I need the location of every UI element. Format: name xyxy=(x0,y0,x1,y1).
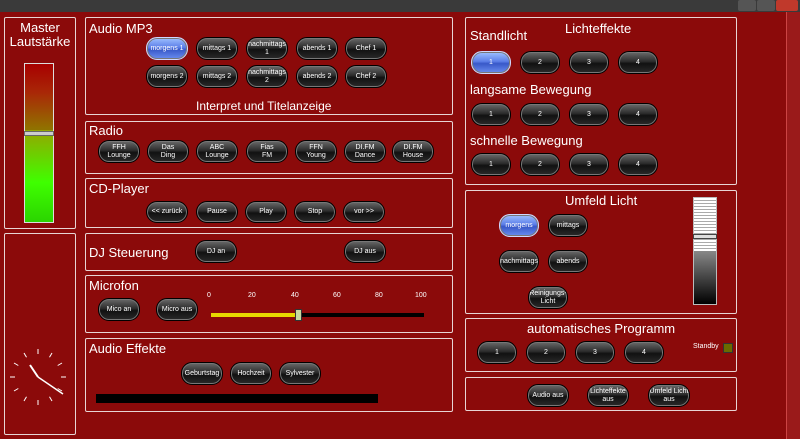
audio-nachmittags-1-button[interactable]: nachmittags 1 xyxy=(246,37,288,60)
effect-sylvester-button[interactable]: Sylvester xyxy=(279,362,321,385)
audio-chef-1-button[interactable]: Chef 1 xyxy=(345,37,387,60)
radio-ffh-lounge-button[interactable]: FFH Lounge xyxy=(98,140,140,163)
standlicht-3-button[interactable]: 3 xyxy=(569,51,609,74)
ambient-light-slider[interactable] xyxy=(693,197,717,305)
standlicht-1-button[interactable]: 1 xyxy=(471,51,511,74)
standby-indicator xyxy=(723,343,733,353)
effect-geburtstag-button[interactable]: Geburtstag xyxy=(181,362,223,385)
light-effects-off-button[interactable]: Lichteffekte aus xyxy=(587,384,629,407)
ambient-abends-button[interactable]: abends xyxy=(548,250,588,273)
micro-tick-80: 80 xyxy=(375,292,383,299)
audio-mp3-title: Audio MP3 xyxy=(89,21,153,36)
microfon-panel xyxy=(85,275,453,333)
micro-tick-60: 60 xyxy=(333,292,341,299)
cd-player-title: CD-Player xyxy=(89,181,149,196)
micro-tick-0: 0 xyxy=(207,292,211,299)
cd-stop-button[interactable]: Stop xyxy=(294,201,336,223)
micro-slider-fill xyxy=(211,313,298,317)
langsam-2-button[interactable]: 2 xyxy=(520,103,560,126)
radio-fias-fm-button[interactable]: Fias FM xyxy=(246,140,288,163)
master-volume-title: Master Lautstärke xyxy=(9,20,71,49)
auto-4-button[interactable]: 4 xyxy=(624,341,664,364)
micro-tick-20: 20 xyxy=(248,292,256,299)
cd-forward-button[interactable]: vor >> xyxy=(343,201,385,223)
master-volume-thumb[interactable] xyxy=(24,131,54,136)
standby-label: Standby xyxy=(693,343,719,350)
langsam-1-button[interactable]: 1 xyxy=(471,103,511,126)
schnell-2-button[interactable]: 2 xyxy=(520,153,560,176)
ambient-light-slider-thumb[interactable] xyxy=(693,234,717,239)
radio-abc-lounge-button[interactable]: ABC Lounge xyxy=(196,140,238,163)
standlicht-label: Standlicht xyxy=(470,28,528,43)
radio-das-ding-button[interactable]: Das Ding xyxy=(147,140,189,163)
minimize-button[interactable] xyxy=(738,0,756,11)
effect-progress-bar xyxy=(96,394,378,403)
micro-tick-40: 40 xyxy=(291,292,299,299)
audio-effects-title: Audio Effekte xyxy=(89,341,167,356)
auto-3-button[interactable]: 3 xyxy=(575,341,615,364)
schnell-label: schnelle Bewegung xyxy=(470,133,583,148)
micro-tick-100: 100 xyxy=(415,292,427,299)
close-button[interactable] xyxy=(776,0,798,11)
audio-abends-1-button[interactable]: abends 1 xyxy=(296,37,338,60)
auto-2-button[interactable]: 2 xyxy=(526,341,566,364)
standlicht-2-button[interactable]: 2 xyxy=(520,51,560,74)
micro-on-button[interactable]: Mico an xyxy=(98,298,140,321)
auto-1-button[interactable]: 1 xyxy=(477,341,517,364)
window-scrollbar[interactable] xyxy=(786,12,800,439)
micro-slider-thumb[interactable] xyxy=(295,309,302,321)
auto-program-title: automatisches Programm xyxy=(527,321,676,336)
langsam-label: langsame Bewegung xyxy=(470,82,592,97)
maximize-button[interactable] xyxy=(757,0,775,11)
cd-pause-button[interactable]: Pause xyxy=(196,201,238,223)
ambient-morgens-button[interactable]: morgens xyxy=(499,214,539,237)
schnell-1-button[interactable]: 1 xyxy=(471,153,511,176)
ambient-light-title: Umfeld Licht xyxy=(565,193,638,208)
audio-morgens-2-button[interactable]: morgens 2 xyxy=(146,65,188,88)
dj-title: DJ Steuerung xyxy=(89,245,169,260)
effect-hochzeit-button[interactable]: Hochzeit xyxy=(230,362,272,385)
audio-chef-2-button[interactable]: Chef 2 xyxy=(345,65,387,88)
ambient-light-off-button[interactable]: Umfeld Licht aus xyxy=(648,384,690,407)
radio-title: Radio xyxy=(89,123,123,138)
ambient-nachmittags-button[interactable]: nachmittags xyxy=(499,250,539,273)
micro-off-button[interactable]: Micro aus xyxy=(156,298,198,321)
cd-play-button[interactable]: Play xyxy=(245,201,287,223)
ambient-mittags-button[interactable]: mittags xyxy=(548,214,588,237)
clock-icon xyxy=(10,349,66,405)
audio-morgens-1-button[interactable]: morgens 1 xyxy=(146,37,188,60)
langsam-3-button[interactable]: 3 xyxy=(569,103,609,126)
schnell-4-button[interactable]: 4 xyxy=(618,153,658,176)
audio-abends-2-button[interactable]: abends 2 xyxy=(296,65,338,88)
microfon-title: Microfon xyxy=(89,278,139,293)
light-effects-title: Lichteffekte xyxy=(565,21,632,36)
audio-off-button[interactable]: Audio aus xyxy=(527,384,569,407)
audio-mittags-2-button[interactable]: mittags 2 xyxy=(196,65,238,88)
audio-nachmittags-2-button[interactable]: nachmittags 2 xyxy=(246,65,288,88)
radio-ffn-young-button[interactable]: FFN Young xyxy=(295,140,337,163)
ambient-cleaning-button[interactable]: Reinigungs- Licht xyxy=(528,286,568,309)
dj-off-button[interactable]: DJ aus xyxy=(344,240,386,263)
standlicht-4-button[interactable]: 4 xyxy=(618,51,658,74)
track-display: Interpret und Titelanzeige xyxy=(196,99,332,113)
master-volume-meter[interactable] xyxy=(24,63,54,223)
window-title-bar xyxy=(0,0,800,12)
dj-on-button[interactable]: DJ an xyxy=(195,240,237,263)
langsam-4-button[interactable]: 4 xyxy=(618,103,658,126)
cd-back-button[interactable]: << zurück xyxy=(146,201,188,223)
audio-mittags-1-button[interactable]: mittags 1 xyxy=(196,37,238,60)
schnell-3-button[interactable]: 3 xyxy=(569,153,609,176)
radio-difm-dance-button[interactable]: DI.FM Dance xyxy=(344,140,386,163)
radio-difm-house-button[interactable]: DI.FM House xyxy=(392,140,434,163)
